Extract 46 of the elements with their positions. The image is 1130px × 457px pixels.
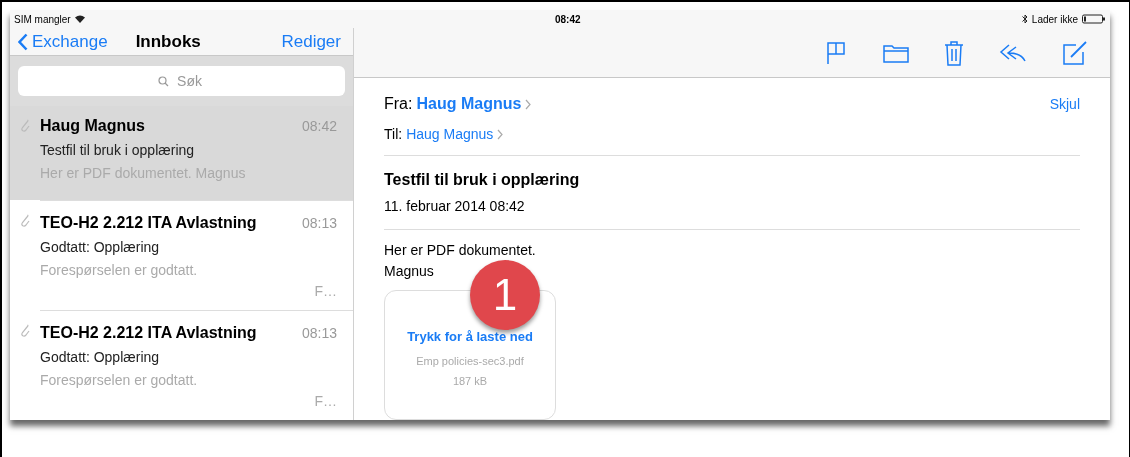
file-size: 187 kB [452, 374, 488, 389]
chevron-left-icon [18, 32, 28, 51]
compose-icon[interactable] [1062, 39, 1088, 66]
carrier-label: SIM mangler [14, 12, 71, 27]
hide-button[interactable]: Skjul [1049, 93, 1080, 115]
body-text: Magnus [384, 262, 435, 281]
file-name: Emp policies-sec3.pdf [416, 353, 524, 369]
message-preview: F… [314, 392, 337, 411]
message-subject: Testfil til bruk i opplæring [384, 170, 581, 190]
reply-icon[interactable] [999, 42, 1027, 63]
sender-link[interactable]: Haug Magnus [416, 92, 522, 116]
chevron-right-icon [525, 98, 532, 110]
flag-icon[interactable] [826, 40, 848, 65]
chevron-right-icon [497, 129, 504, 140]
message-time: 08:13 [301, 324, 337, 343]
sender-name: Haug Magnus [40, 116, 145, 136]
message-preview: Forespørselen er godtatt. [40, 371, 199, 390]
message-preview: F… [314, 282, 337, 301]
to-label: Til: [384, 125, 403, 144]
bluetooth-icon [1021, 14, 1028, 24]
callout-badge: 1 [470, 260, 540, 330]
message-date: 11. februar 2014 08:42 [384, 197, 526, 216]
body-text: Her er PDF dokumentet. [384, 241, 537, 260]
download-label: Trykk for å laste ned [407, 328, 533, 346]
message-row[interactable]: TEO-H2 2.212 ITA Avlastning 08:13 Godtatt: Opplæring Forespørselen er godtatt. F… [10, 311, 353, 420]
edit-button[interactable]: Rediger [281, 28, 341, 55]
search-field[interactable]: Søk [18, 66, 345, 96]
wifi-icon [74, 15, 85, 23]
message-preview: Forespørselen er godtatt. [40, 261, 199, 280]
nav-title: Innboks [135, 30, 201, 53]
message-time: 08:13 [301, 214, 337, 233]
trash-icon[interactable] [944, 39, 964, 66]
sender-name: TEO-H2 2.212 ITA Avlastning [40, 323, 257, 343]
battery-icon [1082, 14, 1106, 24]
from-label: Fra: [384, 94, 413, 114]
folder-icon[interactable] [883, 42, 909, 63]
clock-label: 08:42 [555, 12, 581, 27]
back-button[interactable]: Exchange [18, 28, 108, 55]
message-time: 08:42 [301, 117, 337, 136]
message-subject: Godtatt: Opplæring [40, 348, 161, 367]
search-icon [158, 76, 169, 87]
sender-name: TEO-H2 2.212 ITA Avlastning [40, 213, 257, 233]
recipient-link[interactable]: Haug Magnus [406, 124, 494, 145]
message-subject: Testfil til bruk i opplæring [40, 141, 196, 160]
message-subject: Godtatt: Opplæring [40, 238, 161, 257]
battery-status-label: Lader ikke [1031, 12, 1078, 27]
